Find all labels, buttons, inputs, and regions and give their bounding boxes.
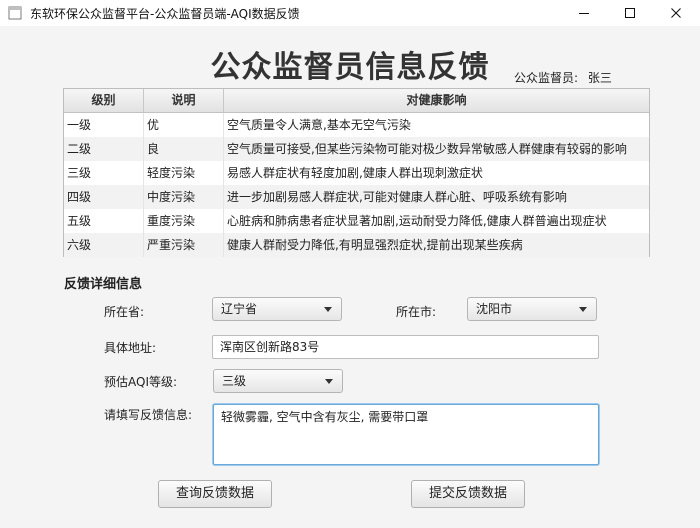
cell-health-impact: 空气质量可接受,但某些污染物可能对极少数异常敏感人群健康有较弱的影响 <box>227 142 627 156</box>
chevron-down-icon <box>325 379 333 384</box>
minimize-button[interactable] <box>561 0 607 26</box>
table-row[interactable]: 六级 严重污染 健康人群耐受力降低,有明显强烈症状,提前出现某些疾病 <box>64 233 649 257</box>
aqi-level-label: 预估AQI等级: <box>104 375 178 389</box>
province-label: 所在省: <box>104 305 145 319</box>
submit-feedback-button[interactable]: 提交反馈数据 <box>411 480 525 508</box>
cell-health-impact: 空气质量令人满意,基本无空气污染 <box>227 118 411 132</box>
aqi-level-table: 级别 说明 对健康影响 一级 优 空气质量令人满意,基本无空气污染 二级 良 空… <box>63 88 650 257</box>
table-row[interactable]: 五级 重度污染 心脏病和肺病患者症状显著加剧,运动耐受力降低,健康人群普遍出现症… <box>64 209 649 233</box>
supervisor-info: 公众监督员: 张三 <box>514 69 612 86</box>
maximize-icon <box>625 8 635 18</box>
app-icon <box>8 6 22 20</box>
window-titlebar: 东软环保公众监督平台-公众监督员端-AQI数据反馈 <box>0 0 700 26</box>
maximize-button[interactable] <box>607 0 653 26</box>
supervisor-label: 公众监督员: <box>514 71 579 85</box>
cell-level: 四级 <box>64 185 144 209</box>
feedback-label: 请填写反馈信息: <box>104 408 193 422</box>
city-label: 所在市: <box>396 305 437 319</box>
address-input[interactable]: 浑南区创新路83号 <box>212 335 599 359</box>
query-feedback-button[interactable]: 查询反馈数据 <box>158 480 272 508</box>
column-header-health-impact[interactable]: 对健康影响 <box>224 89 649 112</box>
table-row[interactable]: 四级 中度污染 进一步加剧易感人群症状,可能对健康人群心脏、呼吸系统有影响 <box>64 185 649 209</box>
cell-level: 五级 <box>64 209 144 233</box>
cell-level: 三级 <box>64 161 144 185</box>
table-row[interactable]: 一级 优 空气质量令人满意,基本无空气污染 <box>64 113 649 137</box>
cell-level: 一级 <box>64 113 144 137</box>
table-row[interactable]: 三级 轻度污染 易感人群症状有轻度加剧,健康人群出现刺激症状 <box>64 161 649 185</box>
city-selected-value: 沈阳市 <box>476 302 513 316</box>
window-content: 公众监督员信息反馈 公众监督员: 张三 级别 说明 对健康影响 一级 优 空气质… <box>0 26 700 528</box>
close-button[interactable] <box>653 0 699 26</box>
aqi-level-selected-value: 三级 <box>222 374 247 388</box>
column-header-level[interactable]: 级别 <box>64 89 144 112</box>
city-select[interactable]: 沈阳市 <box>467 297 597 321</box>
supervisor-name: 张三 <box>587 71 612 85</box>
window-title: 东软环保公众监督平台-公众监督员端-AQI数据反馈 <box>30 7 300 21</box>
minimize-icon <box>579 13 589 14</box>
chevron-down-icon <box>324 307 332 312</box>
cell-health-impact: 易感人群症状有轻度加剧,健康人群出现刺激症状 <box>227 166 483 180</box>
cell-level: 二级 <box>64 137 144 161</box>
cell-description: 重度污染 <box>144 209 224 233</box>
province-selected-value: 辽宁省 <box>221 302 258 316</box>
cell-description: 中度污染 <box>144 185 224 209</box>
column-header-description[interactable]: 说明 <box>144 89 224 112</box>
cell-health-impact: 进一步加剧易感人群症状,可能对健康人群心脏、呼吸系统有影响 <box>227 190 567 204</box>
chevron-down-icon <box>579 307 587 312</box>
cell-health-impact: 心脏病和肺病患者症状显著加剧,运动耐受力降低,健康人群普遍出现症状 <box>227 214 607 228</box>
cell-level: 六级 <box>64 233 144 257</box>
cell-description: 优 <box>144 113 224 137</box>
close-icon <box>671 8 681 18</box>
table-row[interactable]: 二级 良 空气质量可接受,但某些污染物可能对极少数异常敏感人群健康有较弱的影响 <box>64 137 649 161</box>
address-label: 具体地址: <box>104 341 157 355</box>
table-header: 级别 说明 对健康影响 <box>64 89 649 113</box>
cell-description: 良 <box>144 137 224 161</box>
province-select[interactable]: 辽宁省 <box>212 297 342 321</box>
aqi-level-select[interactable]: 三级 <box>213 369 343 393</box>
feedback-textarea[interactable]: 轻微雾霾, 空气中含有灰尘, 需要带口罩 <box>213 404 599 465</box>
feedback-section-title: 反馈详细信息 <box>64 277 143 292</box>
cell-description: 轻度污染 <box>144 161 224 185</box>
cell-description: 严重污染 <box>144 233 224 257</box>
cell-health-impact: 健康人群耐受力降低,有明显强烈症状,提前出现某些疾病 <box>227 238 523 252</box>
